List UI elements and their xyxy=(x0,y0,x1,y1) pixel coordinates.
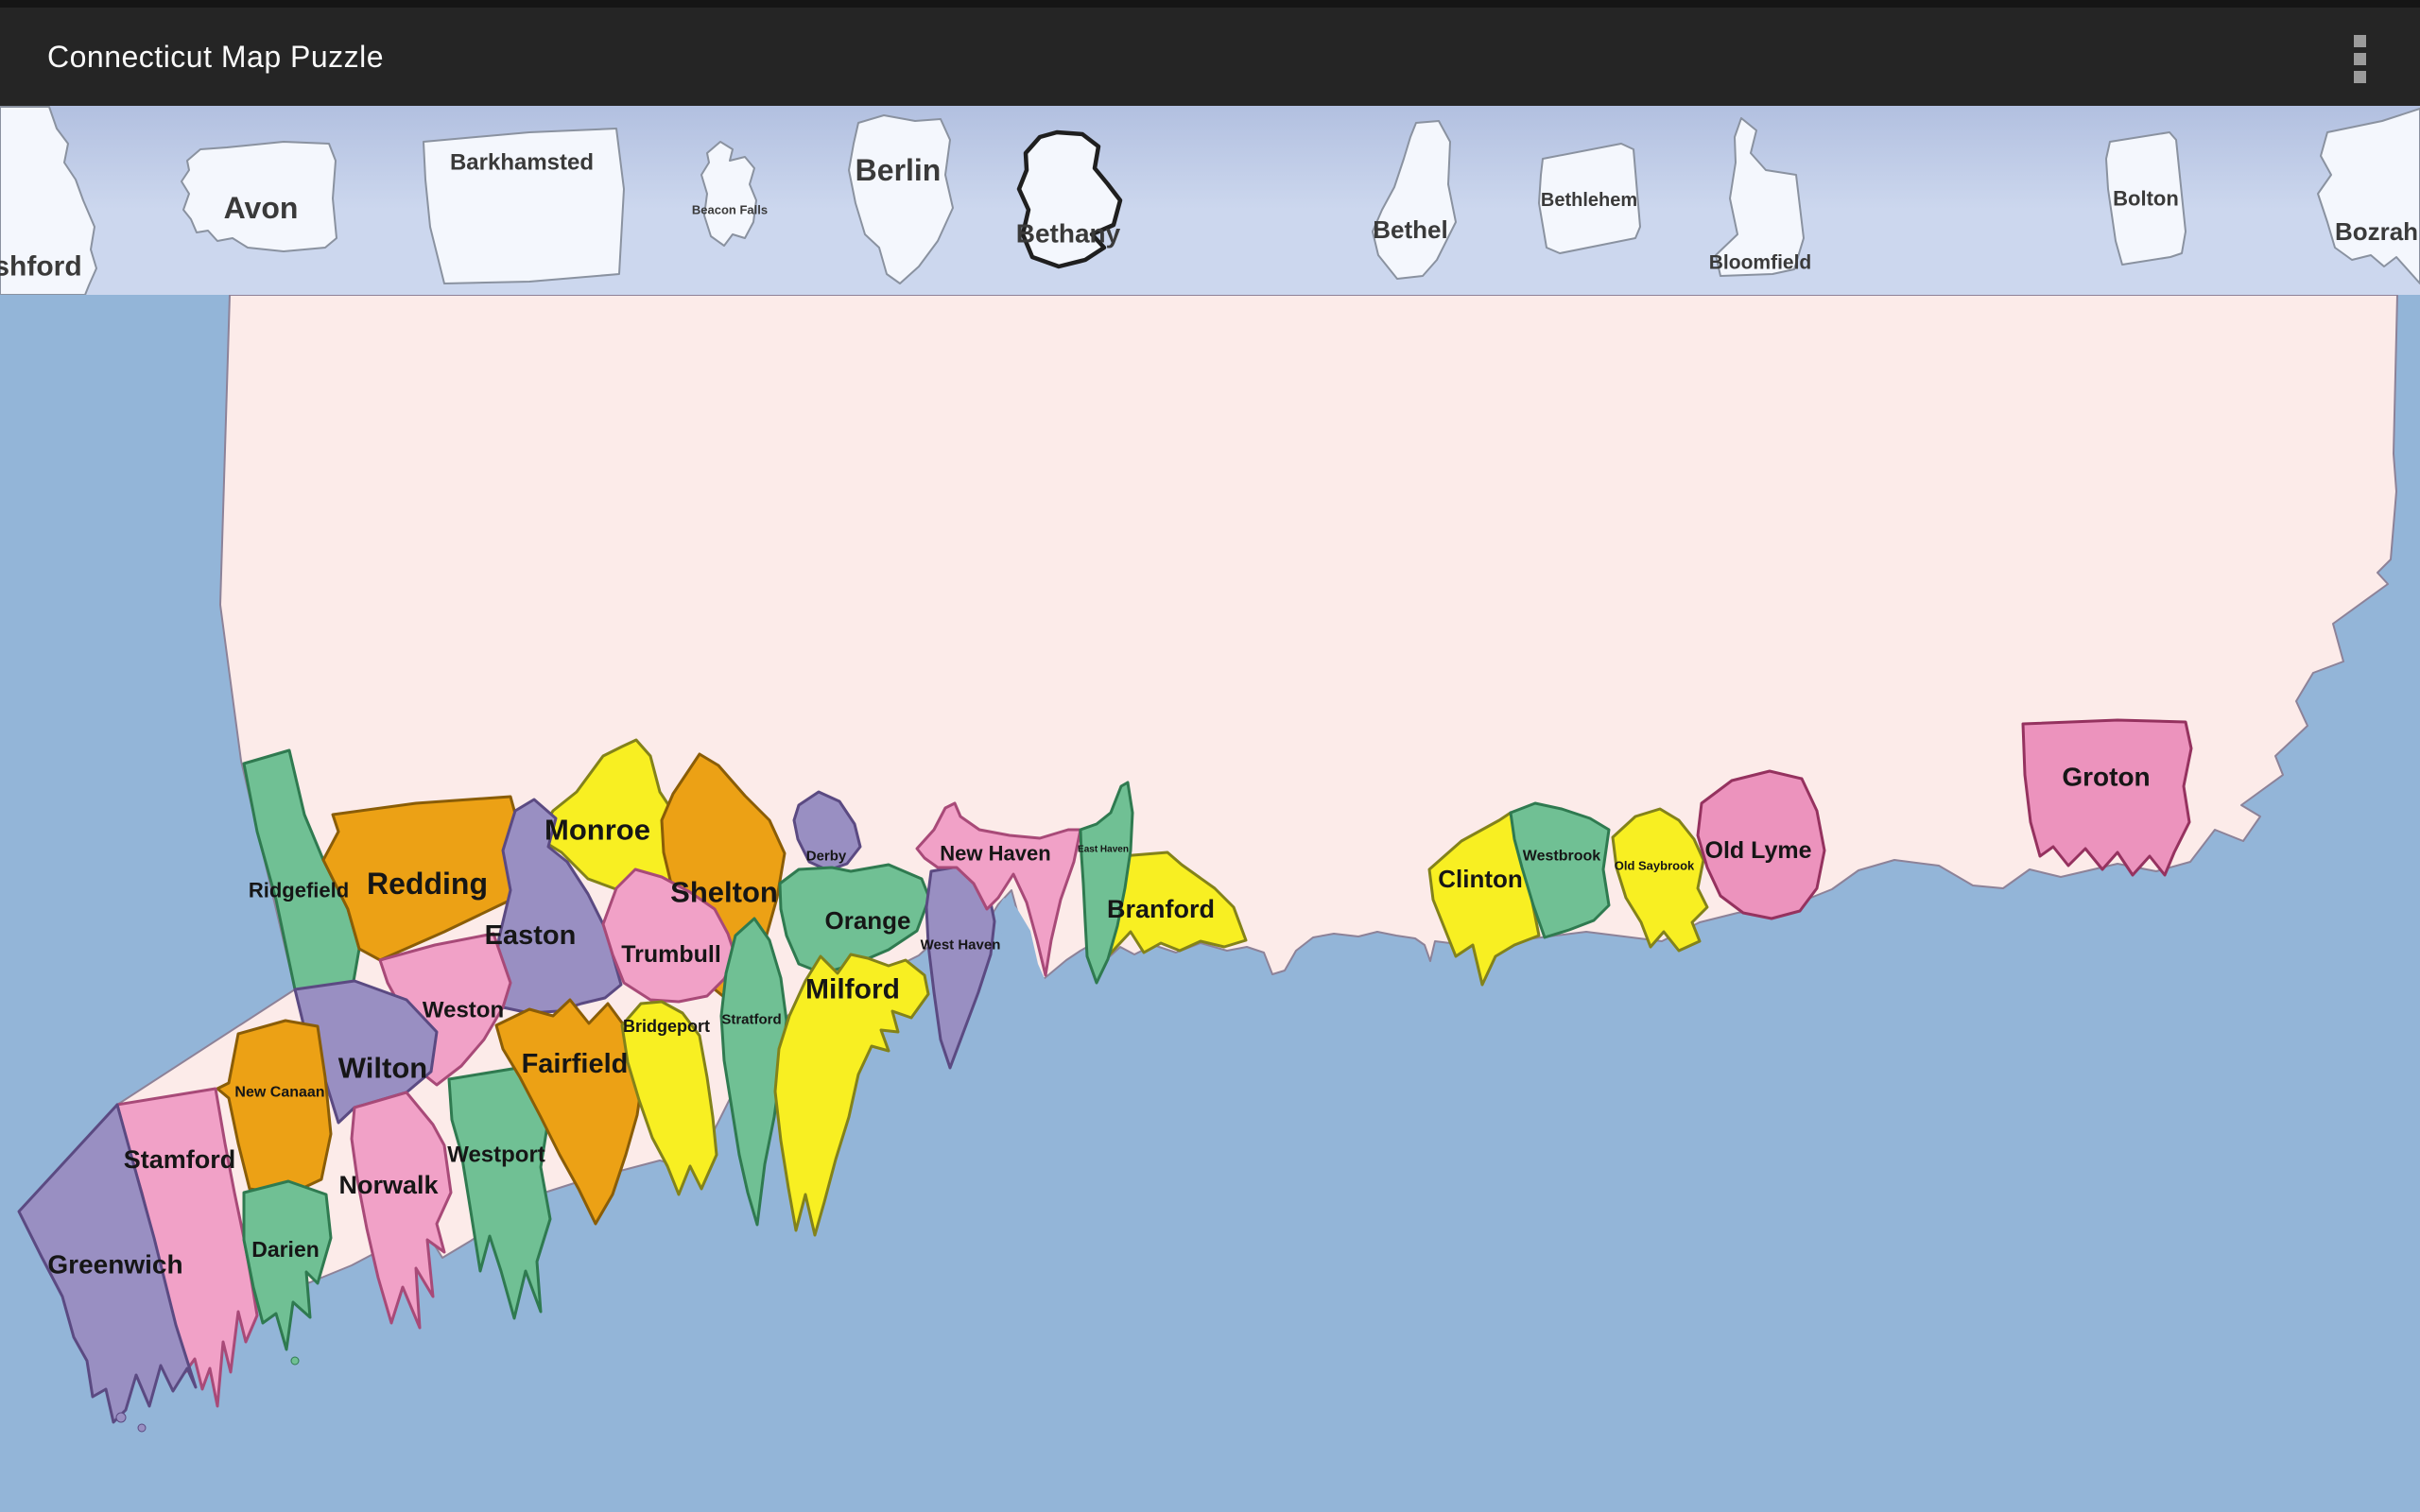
island xyxy=(116,1413,126,1422)
town-label: West Haven xyxy=(921,937,1001,954)
town-label: Redding xyxy=(367,867,488,901)
tray-label: Barkhamsted xyxy=(450,150,594,176)
town-label: New Canaan xyxy=(234,1085,324,1101)
tray-label: Avon xyxy=(224,191,299,225)
town-label: New Haven xyxy=(940,842,1050,866)
map-town-groton[interactable] xyxy=(2023,720,2191,875)
town-label: Westport xyxy=(447,1143,545,1168)
tray-piece-bethel[interactable] xyxy=(1373,121,1456,279)
tray-label: Bloomfield xyxy=(1709,252,1812,274)
tray-piece-bozrah[interactable] xyxy=(2318,109,2420,284)
tray-label: Bethlehem xyxy=(1541,190,1637,211)
map-canvas: Ridgefield Redding Monroe Easton Weston … xyxy=(0,295,2420,1512)
town-label: Milford xyxy=(805,974,900,1005)
menu-dot xyxy=(2354,35,2366,47)
town-label: Branford xyxy=(1107,895,1215,923)
town-label: Stratford xyxy=(721,1012,781,1028)
town-label: Fairfield xyxy=(522,1049,629,1079)
overflow-menu-icon[interactable] xyxy=(2325,19,2394,98)
town-label: Orange xyxy=(824,906,910,935)
town-label: Greenwich xyxy=(47,1250,182,1280)
town-label: Easton xyxy=(485,920,577,951)
town-label: Norwalk xyxy=(338,1171,439,1199)
town-label: East Haven xyxy=(1078,845,1129,855)
app-title: Connecticut Map Puzzle xyxy=(47,8,384,106)
town-label: Wilton xyxy=(338,1052,427,1085)
town-label: Westbrook xyxy=(1523,849,1600,865)
town-label: Monroe xyxy=(544,814,650,847)
tray-label: Beacon Falls xyxy=(692,203,768,217)
town-label: Weston xyxy=(423,998,504,1023)
status-bar xyxy=(0,0,2420,8)
town-label: Groton xyxy=(2062,763,2150,792)
tray-label: Bethel xyxy=(1373,215,1447,244)
town-label: Old Saybrook xyxy=(1615,859,1695,873)
town-label: Old Lyme xyxy=(1705,837,1812,864)
town-label: Shelton xyxy=(670,876,778,909)
piece-tray: shford Avon Barkhamsted Beacon Falls Ber… xyxy=(0,106,2420,295)
app-bar: Connecticut Map Puzzle xyxy=(0,0,2420,106)
island xyxy=(138,1424,146,1432)
menu-dot xyxy=(2354,53,2366,65)
menu-dot xyxy=(2354,71,2366,83)
town-label: Trumbull xyxy=(621,941,721,968)
tray-canvas: shford Avon Barkhamsted Beacon Falls Ber… xyxy=(0,106,2420,295)
tray-label: Bozrah xyxy=(2335,217,2418,246)
tray-label: Berlin xyxy=(856,153,942,187)
app-screen: Connecticut Map Puzzle shford Avon Barkh… xyxy=(0,0,2420,1512)
town-label: Ridgefield xyxy=(249,879,349,902)
town-label: Darien xyxy=(251,1237,320,1262)
tray-piece-berlin[interactable] xyxy=(849,115,953,284)
island xyxy=(291,1357,299,1365)
town-label: Clinton xyxy=(1438,865,1523,893)
tray-label: Bethany xyxy=(1016,219,1121,249)
tray-piece-beacon-falls[interactable] xyxy=(701,142,756,246)
town-label: Bridgeport xyxy=(623,1017,710,1036)
town-label: Derby xyxy=(806,849,847,865)
tray-label: shford xyxy=(0,251,82,283)
tray-label: Bolton xyxy=(2113,187,2179,211)
town-label: Stamford xyxy=(124,1145,236,1174)
